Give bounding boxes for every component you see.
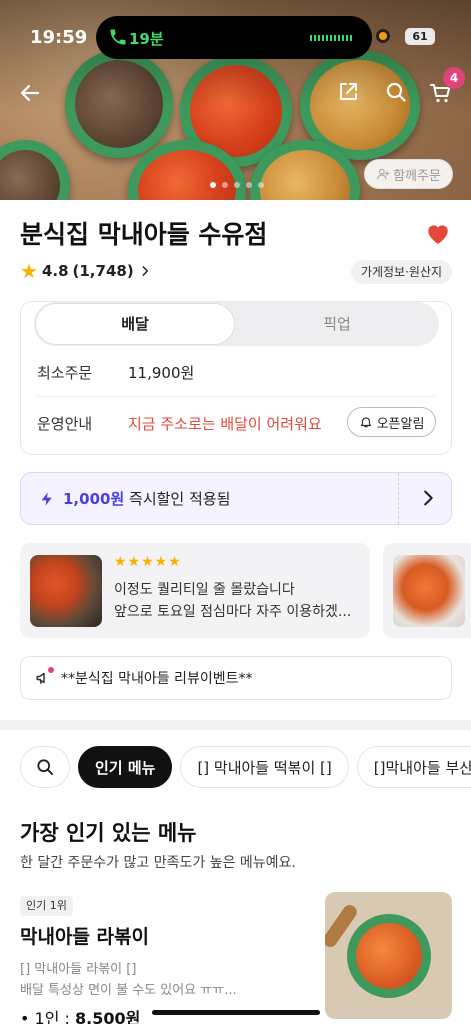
menu-search-button[interactable] <box>20 746 70 788</box>
open-alarm-button[interactable]: 오픈알림 <box>347 407 436 437</box>
price-prefix: • 1인 : <box>20 1009 70 1024</box>
delivery-mode-toggle: 배달 픽업 <box>34 302 439 346</box>
food-bowl <box>0 140 70 200</box>
pager-dot <box>246 182 252 188</box>
group-order-button[interactable]: 함께주문 <box>364 159 453 189</box>
price-value: 8,500원 <box>75 1009 141 1024</box>
review-photo <box>393 555 465 627</box>
food-bowl <box>347 914 431 998</box>
audio-waveform-icon <box>310 35 354 41</box>
category-chip[interactable]: 인기 메뉴 <box>78 746 173 788</box>
back-button[interactable] <box>16 79 44 107</box>
image-pager-dots <box>210 182 264 188</box>
divider <box>398 473 399 524</box>
favorite-heart-icon[interactable] <box>425 221 451 245</box>
review-photo <box>30 555 102 627</box>
cart-count-badge: 4 <box>443 67 465 89</box>
open-alarm-label: 오픈알림 <box>376 416 425 432</box>
battery-indicator: 61 <box>405 28 435 45</box>
store-name: 분식집 막내아들 수유점 <box>20 220 268 249</box>
rating-value: 4.8 <box>41 262 69 280</box>
divider <box>37 396 435 397</box>
category-chip[interactable]: []막내아들 부산 <box>356 746 471 788</box>
review-text-line: 이정도 퀄리티일 줄 몰랐습니다 <box>114 582 295 598</box>
delivery-unavailable-warning: 지금 주소로는 배달이 어려워요 <box>128 415 322 433</box>
instant-discount-banner[interactable]: 1,000원 즉시할인 적용됨 <box>20 472 452 525</box>
back-arrow-icon <box>20 84 40 102</box>
menu-item-photo[interactable] <box>325 892 452 1019</box>
status-time: 19:59 <box>30 27 88 48</box>
menu-category-chips: 인기 메뉴 [] 막내아들 떡볶이 [] []막내아들 부산 <box>20 746 471 788</box>
review-count: (1,748) <box>72 262 134 280</box>
section-title: 가장 인기 있는 메뉴 <box>20 821 197 845</box>
star-icon: ★ <box>20 259 38 283</box>
discount-text: 즉시할인 적용됨 <box>129 490 231 508</box>
call-duration: 19분 <box>129 30 164 48</box>
home-indicator[interactable] <box>152 1010 320 1015</box>
pager-dot <box>234 182 240 188</box>
menu-item-price: • 1인 : 8,500원 <box>20 1005 140 1024</box>
pager-dot <box>222 182 228 188</box>
lightning-icon <box>41 491 52 506</box>
add-person-icon <box>377 168 390 180</box>
chevron-right-icon <box>142 266 148 276</box>
recording-indicator-icon <box>376 29 390 43</box>
ops-info-label: 운영안내 <box>37 415 93 433</box>
notice-text: **분식집 막내아들 리뷰이벤트** <box>61 671 253 687</box>
category-chip[interactable]: [] 막내아들 떡볶이 [] <box>180 746 349 788</box>
tab-delivery[interactable]: 배달 <box>35 303 235 345</box>
store-info-button[interactable]: 가게정보·원산지 <box>351 260 452 284</box>
section-divider <box>0 720 471 730</box>
share-icon <box>340 83 357 100</box>
rank-badge: 인기 1위 <box>20 896 73 916</box>
review-event-notice[interactable]: **분식집 막내아들 리뷰이벤트** <box>20 656 452 700</box>
bell-icon <box>360 417 371 428</box>
menu-item-description: [] 막내아들 라볶이 [] <box>20 962 137 977</box>
review-stars: ★★★★★ <box>114 554 182 570</box>
chevron-right-icon <box>424 490 433 506</box>
megaphone-icon <box>35 667 54 687</box>
delivery-info-card: 배달 픽업 최소주문 11,900원 운영안내 지금 주소로는 배달이 어려워요… <box>20 301 452 455</box>
search-button[interactable] <box>382 78 410 106</box>
tab-pickup[interactable]: 픽업 <box>237 302 437 346</box>
review-preview-card[interactable] <box>383 543 471 638</box>
store-rating[interactable]: ★ 4.8 (1,748) <box>20 261 152 281</box>
pager-dot <box>258 182 264 188</box>
search-icon <box>37 759 53 775</box>
review-text-line: 앞으로 토요일 점심마다 자주 이용하겠... <box>114 604 352 620</box>
review-preview-card[interactable]: ★★★★★ 이정도 퀄리티일 줄 몰랐습니다 앞으로 토요일 점심마다 자주 이… <box>20 543 370 638</box>
menu-item-description: 배달 특성상 면이 불 수도 있어요 ㅠㅠ... <box>20 983 237 998</box>
search-icon <box>386 82 406 102</box>
discount-amount: 1,000원 <box>63 490 125 508</box>
group-order-label: 함께주문 <box>393 168 441 184</box>
menu-item-name[interactable]: 막내아들 라볶이 <box>20 922 149 949</box>
share-button[interactable] <box>334 78 362 106</box>
pager-dot <box>210 182 216 188</box>
min-order-label: 최소주문 <box>37 364 93 382</box>
phone-icon <box>110 29 126 45</box>
min-order-value: 11,900원 <box>128 364 195 382</box>
dynamic-island[interactable]: 19분 <box>96 16 372 59</box>
section-subtitle: 한 달간 주문수가 많고 만족도가 높은 메뉴예요. <box>20 855 296 871</box>
